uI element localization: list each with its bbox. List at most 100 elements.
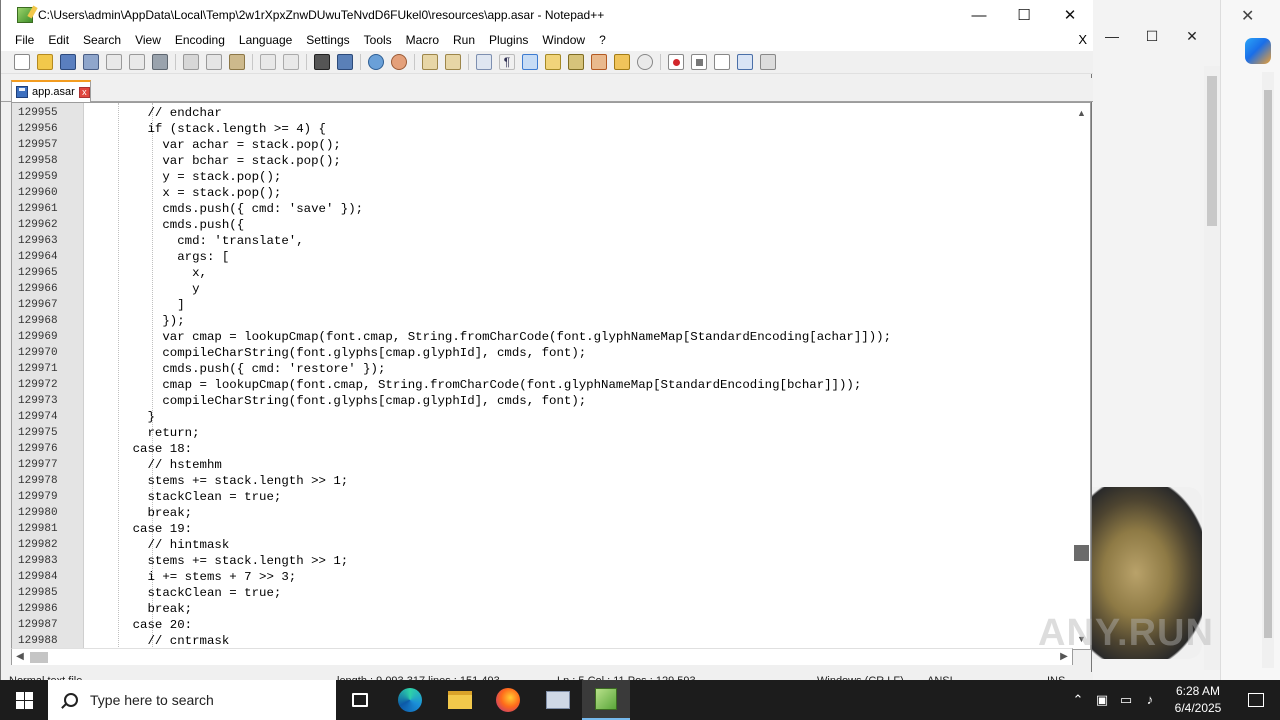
task-view-icon[interactable] bbox=[336, 680, 384, 720]
edge-icon[interactable] bbox=[386, 680, 434, 720]
menu-window[interactable]: Window bbox=[535, 30, 592, 51]
bg-close-icon[interactable]: ✕ bbox=[1172, 24, 1212, 48]
bg-scrollbar[interactable] bbox=[1204, 66, 1220, 670]
monitoring-icon[interactable] bbox=[637, 54, 653, 70]
indent-guide-icon[interactable] bbox=[522, 54, 538, 70]
copy-icon[interactable] bbox=[206, 54, 222, 70]
menu-edit[interactable]: Edit bbox=[41, 30, 76, 51]
menu-plugins[interactable]: Plugins bbox=[482, 30, 535, 51]
function-list-icon[interactable] bbox=[591, 54, 607, 70]
meet-now-icon[interactable]: ▣ bbox=[1094, 692, 1110, 708]
code-line[interactable]: case 20: bbox=[84, 617, 1072, 633]
code-line[interactable]: return; bbox=[84, 425, 1072, 441]
code-line[interactable]: var bchar = stack.pop(); bbox=[84, 153, 1072, 169]
code-line[interactable]: i += stems + 7 >> 3; bbox=[84, 569, 1072, 585]
new-file-icon[interactable] bbox=[14, 54, 30, 70]
scroll-left-icon[interactable]: ◀ bbox=[12, 649, 28, 665]
volume-icon[interactable]: ♪ bbox=[1142, 692, 1158, 708]
code-line[interactable]: } bbox=[84, 409, 1072, 425]
close-document-button[interactable]: X bbox=[1078, 32, 1087, 47]
code-line[interactable]: break; bbox=[84, 505, 1072, 521]
clock[interactable]: 6:28 AM 6/4/2025 bbox=[1168, 683, 1228, 717]
file-explorer-icon[interactable] bbox=[436, 680, 484, 720]
code-line[interactable]: break; bbox=[84, 601, 1072, 617]
document-map-icon[interactable] bbox=[568, 54, 584, 70]
print-icon[interactable] bbox=[152, 54, 168, 70]
code-line[interactable]: }); bbox=[84, 313, 1072, 329]
code-line[interactable]: x, bbox=[84, 265, 1072, 281]
maximize-button[interactable]: ☐ bbox=[1001, 0, 1047, 30]
minimize-button[interactable]: — bbox=[956, 0, 1002, 30]
network-icon[interactable]: ▭ bbox=[1118, 692, 1134, 708]
zoom-out-icon[interactable] bbox=[391, 54, 407, 70]
open-file-icon[interactable] bbox=[37, 54, 53, 70]
code-line[interactable]: compileCharString(font.glyphs[cmap.glyph… bbox=[84, 393, 1072, 409]
zoom-in-icon[interactable] bbox=[368, 54, 384, 70]
run-macro-multiple-icon[interactable] bbox=[737, 54, 753, 70]
notification-center-button[interactable] bbox=[1232, 680, 1280, 720]
menu-view[interactable]: View bbox=[128, 30, 168, 51]
browser-scrollbar[interactable] bbox=[1262, 72, 1274, 668]
code-line[interactable]: var achar = stack.pop(); bbox=[84, 137, 1072, 153]
folder-as-workspace-icon[interactable] bbox=[614, 54, 630, 70]
code-line[interactable]: y bbox=[84, 281, 1072, 297]
menu-settings[interactable]: Settings bbox=[299, 30, 356, 51]
code-line[interactable]: stems += stack.length >> 1; bbox=[84, 473, 1072, 489]
sync-vertical-icon[interactable] bbox=[422, 54, 438, 70]
code-line[interactable]: cmds.push({ cmd: 'restore' }); bbox=[84, 361, 1072, 377]
menu-encoding[interactable]: Encoding bbox=[168, 30, 232, 51]
code-line[interactable]: stackClean = true; bbox=[84, 489, 1072, 505]
stop-record-icon[interactable] bbox=[691, 54, 707, 70]
paste-icon[interactable] bbox=[229, 54, 245, 70]
code-line[interactable]: stems += stack.length >> 1; bbox=[84, 553, 1072, 569]
code-line[interactable]: cmd: 'translate', bbox=[84, 233, 1072, 249]
code-line[interactable]: args: [ bbox=[84, 249, 1072, 265]
start-button[interactable] bbox=[0, 680, 48, 720]
code-area[interactable]: // endchar if (stack.length >= 4) { var … bbox=[84, 103, 1072, 649]
cut-icon[interactable] bbox=[183, 54, 199, 70]
save-all-icon[interactable] bbox=[83, 54, 99, 70]
browser-close-icon[interactable]: ✕ bbox=[1241, 6, 1254, 26]
menu-macro[interactable]: Macro bbox=[399, 30, 446, 51]
firefox-icon[interactable] bbox=[484, 680, 532, 720]
undo-icon[interactable] bbox=[260, 54, 276, 70]
taskbar-search[interactable]: Type here to search bbox=[48, 680, 336, 720]
browser-scrollbar-thumb[interactable] bbox=[1264, 90, 1272, 638]
code-line[interactable]: x = stack.pop(); bbox=[84, 185, 1072, 201]
code-line[interactable]: stackClean = true; bbox=[84, 585, 1072, 601]
replace-icon[interactable] bbox=[337, 54, 353, 70]
sync-horizontal-icon[interactable] bbox=[445, 54, 461, 70]
scroll-up-icon[interactable]: ▲ bbox=[1073, 105, 1090, 121]
tab-close-icon[interactable]: x bbox=[78, 86, 90, 98]
code-line[interactable]: // cntrmask bbox=[84, 633, 1072, 649]
code-line[interactable]: cmds.push({ cmd: 'save' }); bbox=[84, 201, 1072, 217]
code-line[interactable]: cmds.push({ bbox=[84, 217, 1072, 233]
record-macro-icon[interactable] bbox=[668, 54, 684, 70]
save-macro-icon[interactable] bbox=[760, 54, 776, 70]
code-line[interactable]: ] bbox=[84, 297, 1072, 313]
code-line[interactable]: case 18: bbox=[84, 441, 1072, 457]
menu-run[interactable]: Run bbox=[446, 30, 482, 51]
bg-minimize-icon[interactable]: — bbox=[1092, 24, 1132, 48]
menu-tools[interactable]: Tools bbox=[357, 30, 399, 51]
notepadpp-taskbar-icon[interactable] bbox=[582, 680, 630, 720]
code-line[interactable]: if (stack.length >= 4) { bbox=[84, 121, 1072, 137]
mail-app-icon[interactable] bbox=[534, 680, 582, 720]
code-line[interactable]: y = stack.pop(); bbox=[84, 169, 1072, 185]
copilot-icon[interactable] bbox=[1245, 38, 1271, 64]
vertical-scrollbar-thumb[interactable] bbox=[1074, 545, 1089, 561]
horizontal-scrollbar[interactable]: ◀ ▶ bbox=[11, 648, 1073, 665]
code-editor[interactable]: 129955 129956 129957 129958 129959 129960 1299… bbox=[11, 102, 1091, 650]
show-all-chars-icon[interactable]: ¶ bbox=[499, 54, 515, 70]
close-button[interactable]: ✕ bbox=[1047, 0, 1093, 30]
code-line[interactable]: compileCharString(font.glyphs[cmap.glyph… bbox=[84, 345, 1072, 361]
close-icon[interactable] bbox=[106, 54, 122, 70]
code-line[interactable]: case 19: bbox=[84, 521, 1072, 537]
code-line[interactable]: // hstemhm bbox=[84, 457, 1072, 473]
word-wrap-icon[interactable] bbox=[476, 54, 492, 70]
show-hidden-icons-icon[interactable]: ⌃ bbox=[1070, 692, 1086, 708]
menu-help[interactable]: ? bbox=[592, 30, 613, 51]
menu-file[interactable]: File bbox=[1, 30, 41, 51]
playback-icon[interactable] bbox=[714, 54, 730, 70]
code-line[interactable]: // hintmask bbox=[84, 537, 1072, 553]
